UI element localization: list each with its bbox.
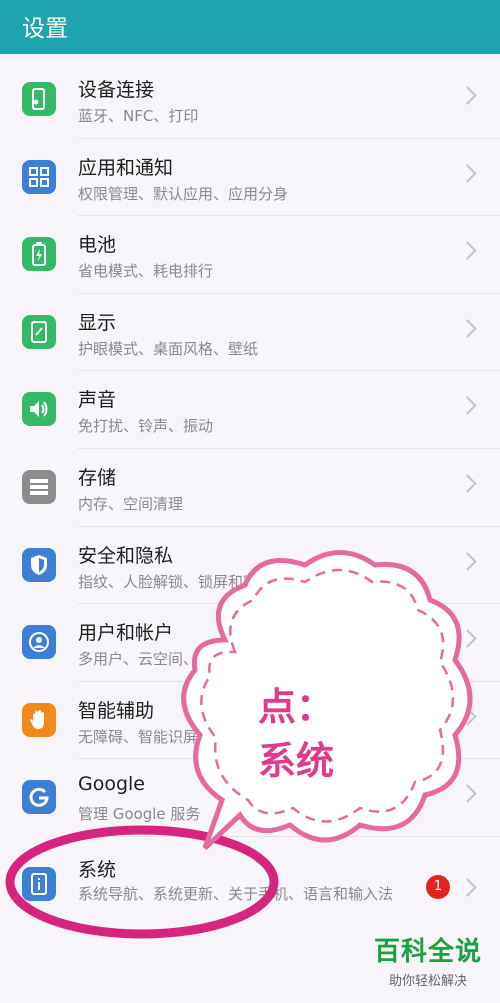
item-label: 应用和通知 bbox=[78, 156, 174, 179]
chevron-right-icon bbox=[458, 319, 477, 338]
chevron-right-icon bbox=[458, 86, 477, 105]
page-title: 设置 bbox=[22, 16, 68, 42]
item-subtitle: 多用户、云空间、帐户 bbox=[78, 650, 229, 669]
item-label: 系统 bbox=[78, 858, 117, 881]
item-subtitle: 指纹、人脸解锁、锁屏和密码、学生模式 bbox=[78, 572, 349, 591]
item-label: Google bbox=[78, 773, 146, 796]
display-icon bbox=[22, 314, 56, 349]
system-info-icon bbox=[22, 866, 56, 901]
item-subtitle: 内存、空间清理 bbox=[78, 494, 184, 513]
app-bar: 设置 bbox=[0, 0, 500, 54]
settings-item-device-connection[interactable]: 设备连接 蓝牙、NFC、打印 bbox=[0, 61, 500, 139]
item-label: 用户和帐户 bbox=[78, 622, 174, 645]
settings-item-display[interactable]: 显示 护眼模式、桌面风格、壁纸 bbox=[0, 294, 500, 372]
item-label: 电池 bbox=[78, 234, 117, 257]
item-subtitle: 蓝牙、NFC、打印 bbox=[78, 107, 199, 125]
item-label: 存储 bbox=[78, 466, 117, 489]
settings-item-google[interactable]: Google 管理 Google 服务 bbox=[0, 759, 500, 837]
chevron-right-icon bbox=[458, 878, 477, 897]
watermark: 百科全说 助你轻松解决 bbox=[374, 931, 482, 989]
shield-icon bbox=[22, 547, 56, 582]
battery-icon bbox=[22, 237, 56, 272]
item-label: 显示 bbox=[78, 311, 117, 334]
chevron-right-icon bbox=[458, 551, 477, 571]
chevron-right-icon bbox=[458, 474, 477, 493]
chevron-right-icon bbox=[458, 241, 477, 260]
device-connection-icon bbox=[22, 82, 56, 116]
annotation-line-2: 系统 bbox=[258, 739, 335, 783]
storage-icon bbox=[22, 469, 56, 504]
item-label: 安全和隐私 bbox=[78, 544, 174, 567]
chevron-right-icon bbox=[458, 163, 477, 183]
item-subtitle: 护眼模式、桌面风格、壁纸 bbox=[78, 339, 259, 358]
apps-icon bbox=[22, 159, 56, 194]
settings-item-users[interactable]: 用户和帐户 多用户、云空间、帐户 bbox=[0, 604, 500, 682]
item-subtitle: 系统导航、系统更新、关于手机、语言和输入法 bbox=[78, 884, 394, 903]
chevron-right-icon bbox=[458, 629, 477, 648]
settings-item-storage[interactable]: 存储 内存、空间清理 bbox=[0, 449, 500, 527]
item-label: 智能辅助 bbox=[78, 699, 155, 722]
notification-badge: 1 bbox=[426, 874, 450, 899]
item-subtitle: 管理 Google 服务 bbox=[78, 805, 201, 824]
google-icon bbox=[22, 780, 56, 815]
watermark-subtitle: 助你轻松解决 bbox=[388, 974, 467, 989]
item-label: 声音 bbox=[78, 389, 117, 412]
chevron-right-icon bbox=[458, 707, 477, 726]
user-icon bbox=[22, 625, 56, 660]
sound-icon bbox=[22, 392, 56, 427]
settings-item-system[interactable]: 系统 系统导航、系统更新、关于手机、语言和输入法 1 bbox=[0, 837, 500, 937]
settings-item-sound[interactable]: 声音 免打扰、铃声、振动 bbox=[0, 371, 500, 449]
annotation-line-1: 点： bbox=[258, 685, 335, 729]
item-subtitle: 省电模式、耗电排行 bbox=[78, 262, 214, 281]
settings-item-security[interactable]: 安全和隐私 指纹、人脸解锁、锁屏和密码、学生模式 bbox=[0, 527, 500, 605]
item-label: 设备连接 bbox=[78, 79, 155, 101]
watermark-title: 百科全说 bbox=[373, 937, 482, 967]
settings-item-apps[interactable]: 应用和通知 权限管理、默认应用、应用分身 bbox=[0, 139, 500, 217]
chevron-right-icon bbox=[458, 396, 477, 416]
settings-item-accessibility[interactable]: 智能辅助 无障碍、智能识屏、手势控制 bbox=[0, 682, 500, 760]
item-subtitle: 免打扰、铃声、振动 bbox=[78, 417, 214, 436]
item-subtitle: 权限管理、默认应用、应用分身 bbox=[78, 184, 289, 203]
hand-icon bbox=[22, 702, 56, 737]
item-subtitle: 无障碍、智能识屏、手势控制 bbox=[78, 727, 274, 746]
settings-item-battery[interactable]: 电池 省电模式、耗电排行 bbox=[0, 216, 500, 294]
settings-list: 设备连接 蓝牙、NFC、打印 应用和通知 权限管理、默认应用、应用分身 电池 省… bbox=[0, 61, 500, 937]
chevron-right-icon bbox=[458, 784, 477, 804]
